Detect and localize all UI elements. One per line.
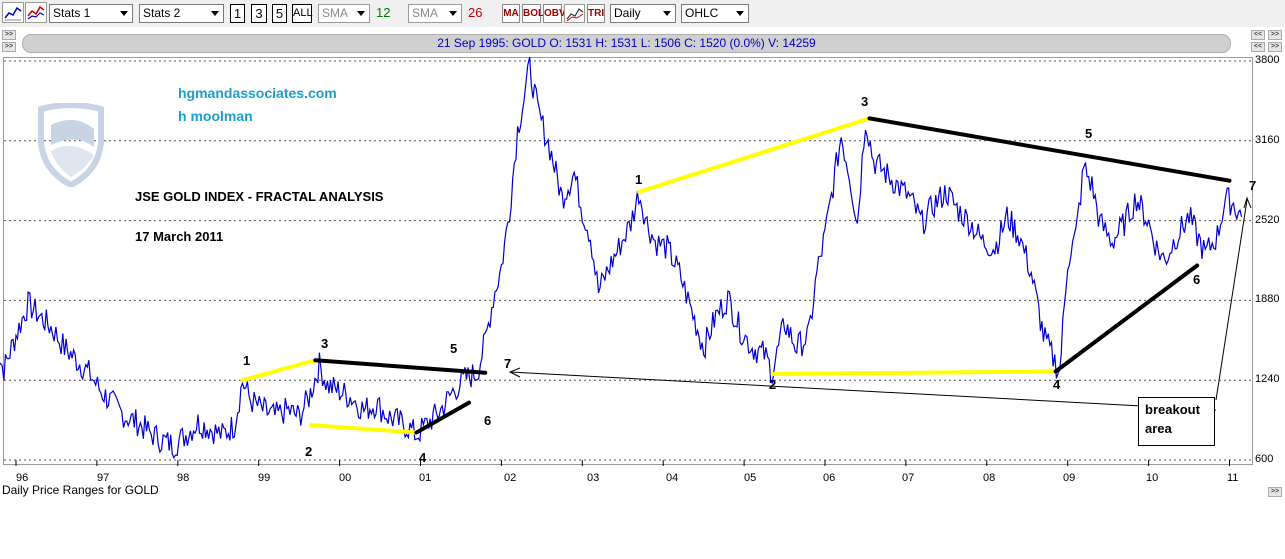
fractal-point-7: 7 <box>504 356 512 371</box>
x-tick-label: 11 <box>1227 472 1239 484</box>
fractal-trend-line <box>1053 263 1200 374</box>
breakout-area-label: breakout area <box>1138 397 1215 446</box>
y-tick-label: 3160 <box>1255 134 1280 146</box>
bank-shield-logo <box>38 103 104 187</box>
x-tick-label: 06 <box>823 472 836 484</box>
x-tick-label: 01 <box>419 472 432 484</box>
fractal-point-6: 6 <box>1193 272 1201 287</box>
x-tick-label: 09 <box>1063 472 1076 484</box>
breakout-text-2: area <box>1145 421 1172 436</box>
y-tick-label: 3800 <box>1255 54 1280 66</box>
fractal-point-2: 2 <box>769 377 777 392</box>
y-tick-label: 1240 <box>1255 373 1280 385</box>
fractal-point-7: 7 <box>1249 178 1257 193</box>
x-tick-label: 98 <box>177 472 190 484</box>
analysis-date: 17 March 2011 <box>135 229 224 244</box>
fractal-point-3: 3 <box>321 336 329 351</box>
fractal-trend-line <box>313 358 488 375</box>
fractal-trend-line <box>240 358 318 383</box>
x-tick-label: 03 <box>587 472 600 484</box>
fractal-point-5: 5 <box>450 341 458 356</box>
x-tick-label: 99 <box>258 472 271 484</box>
fractal-point-1: 1 <box>243 353 251 368</box>
arrow-head-icon <box>1243 196 1252 209</box>
fractal-trend-line <box>309 423 419 435</box>
fractal-point-2: 2 <box>305 444 313 459</box>
site-name: hgmandassociates.com <box>178 85 337 101</box>
price-chart[interactable] <box>0 0 1285 559</box>
y-tick-label: 2520 <box>1255 214 1280 226</box>
author-name: h moolman <box>178 108 253 124</box>
fractal-point-1: 1 <box>635 172 643 187</box>
fractal-trend-line <box>636 116 872 194</box>
fractal-trend-line <box>867 116 1232 183</box>
x-tick-label: 10 <box>1146 472 1159 484</box>
fractal-point-4: 4 <box>419 450 427 465</box>
x-tick-label: 00 <box>339 472 352 484</box>
fractal-point-6: 6 <box>484 413 492 428</box>
fractal-point-5: 5 <box>1085 126 1093 141</box>
y-tick-label: 600 <box>1255 453 1274 465</box>
x-tick-label: 08 <box>983 472 996 484</box>
x-tick-label: 05 <box>744 472 757 484</box>
chart-caption: Daily Price Ranges for GOLD <box>2 483 159 497</box>
fractal-trend-line <box>770 369 1058 376</box>
x-tick-label: 04 <box>666 472 679 484</box>
chart-title: JSE GOLD INDEX - FRACTAL ANALYSIS <box>135 189 384 204</box>
y-tick-label: 1880 <box>1255 293 1280 305</box>
x-tick-label: 07 <box>902 472 915 484</box>
fractal-point-4: 4 <box>1053 377 1061 392</box>
fractal-point-3: 3 <box>861 94 869 109</box>
x-tick-label: 02 <box>504 472 517 484</box>
breakout-text-1: breakout <box>1145 402 1200 417</box>
breakout-pointer-line <box>509 371 1217 411</box>
